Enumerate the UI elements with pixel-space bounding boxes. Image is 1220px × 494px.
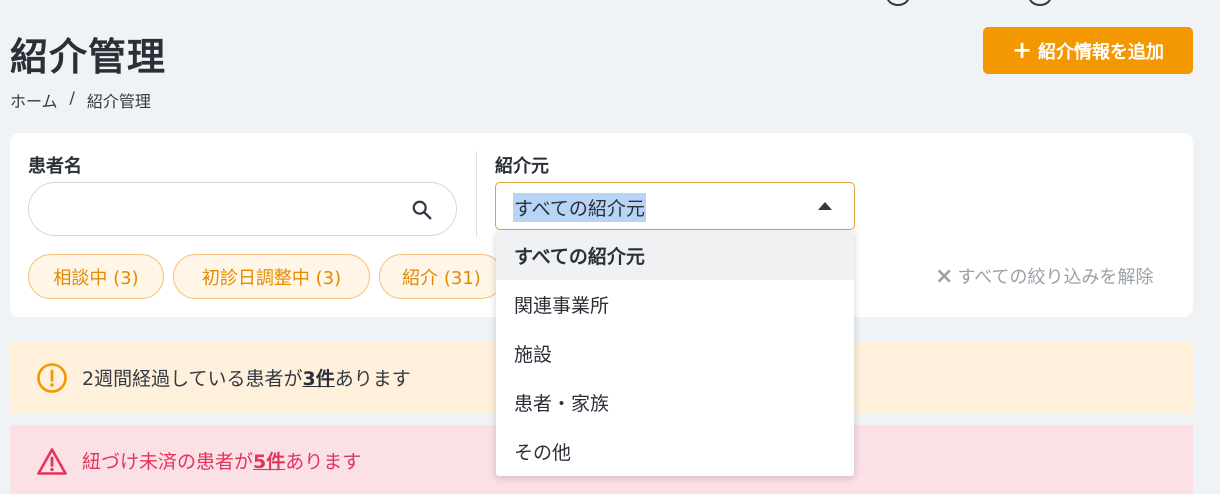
warning-triangle-icon [37,448,67,475]
breadcrumb: ホーム / 紹介管理 [10,88,151,112]
warning-count-link[interactable]: 3件 [303,368,335,390]
clear-filters-label: すべての絞り込みを解除 [957,267,1154,288]
add-referral-label: 紹介情報を追加 [1038,41,1165,63]
exclamation-circle-icon [37,363,67,393]
warning-alert-suffix: あります [334,368,411,390]
referrer-option-other[interactable]: その他 [496,427,854,476]
clear-filters-link[interactable]: × すべての絞り込みを解除 [935,263,1153,289]
referrer-selected-value: すべての紹介元 [513,193,646,222]
add-referral-button[interactable]: + 紹介情報を追加 [983,27,1193,74]
status-chip-first-visit[interactable]: 初診日調整中 (3) [173,254,370,299]
danger-alert-text: 紐づけ未済の患者が5件あります [82,447,361,474]
referrer-label: 紹介元 [495,156,549,177]
patient-name-label: 患者名 [28,156,82,177]
warning-alert-prefix: 2週間経過している患者が [82,368,303,390]
danger-alert-prefix: 紐づけ未済の患者が [82,451,254,473]
breadcrumb-separator: / [69,88,75,107]
referrer-option-facility[interactable]: 施設 [496,329,854,378]
status-chip-referral[interactable]: 紹介 (31) [379,254,504,299]
referrer-dropdown-menu: すべての紹介元 関連事業所 施設 患者・家族 その他 [496,231,854,476]
plus-icon: + [1011,35,1033,64]
close-icon: × [935,263,954,289]
warning-alert-text: 2週間経過している患者が3件あります [82,364,411,391]
top-circle-icon[interactable] [886,0,910,6]
referrer-option-patient-family[interactable]: 患者・家族 [496,378,854,427]
patient-search-input[interactable] [49,183,409,235]
status-chip-consulting[interactable]: 相談中 (3) [28,254,164,299]
referrer-select[interactable]: すべての紹介元 [495,182,855,230]
search-icon[interactable] [411,199,433,221]
danger-count-link[interactable]: 5件 [253,451,285,473]
field-divider [476,151,477,237]
breadcrumb-home[interactable]: ホーム [10,88,58,112]
patient-search-box[interactable] [28,182,457,236]
referrer-option-related-office[interactable]: 関連事業所 [496,280,854,329]
caret-up-icon [818,202,832,210]
danger-alert-suffix: あります [285,451,362,473]
referrer-option-all[interactable]: すべての紹介元 [496,231,854,280]
page: 紹介管理 ホーム / 紹介管理 + 紹介情報を追加 患者名 紹介元 すべての紹介… [0,0,1220,494]
top-circle-icon[interactable] [1028,0,1052,6]
page-title: 紹介管理 [10,35,167,79]
breadcrumb-current: 紹介管理 [86,92,151,111]
